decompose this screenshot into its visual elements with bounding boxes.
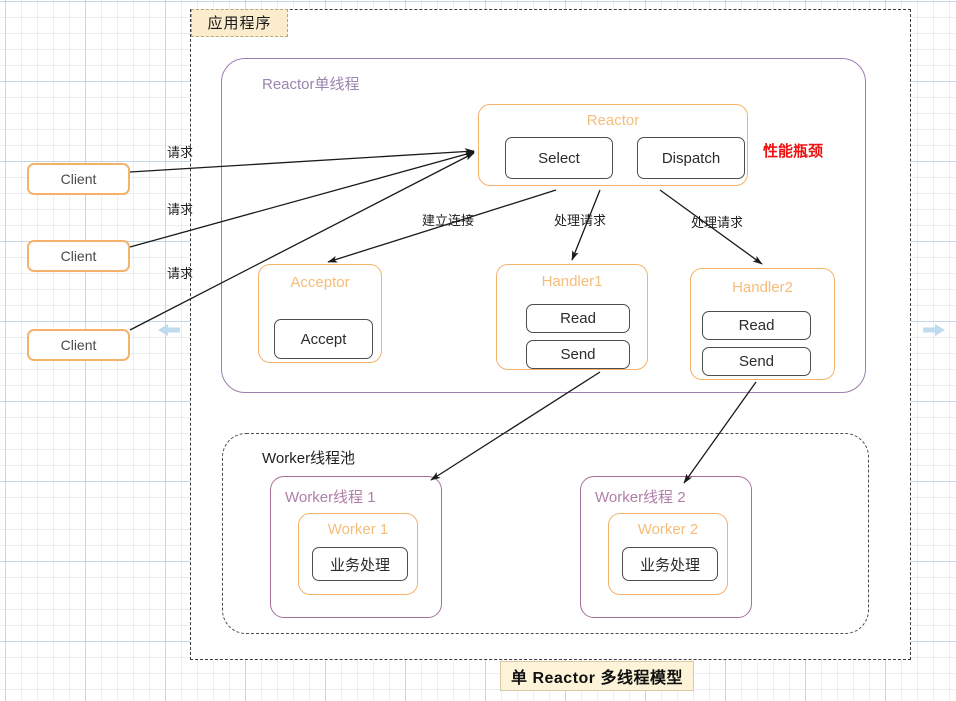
worker-1-box[interactable]: Worker 1 业务处理 <box>298 513 418 595</box>
worker-thread-1-box[interactable]: Worker线程 1 Worker 1 业务处理 <box>270 476 442 618</box>
reactor-title: Reactor <box>586 112 640 129</box>
diagram-title-banner: 单 Reactor 多线程模型 <box>500 661 694 691</box>
worker-2-box[interactable]: Worker 2 业务处理 <box>608 513 728 595</box>
left-arrow-icon <box>156 322 182 338</box>
client-box-2[interactable]: Client <box>27 240 130 272</box>
worker-thread-pool-label: Worker线程池 <box>262 450 356 467</box>
client-box-1[interactable]: Client <box>27 163 130 195</box>
handler1-send-box[interactable]: Send <box>526 340 630 369</box>
edge-label-handle-request-1: 处理请求 <box>554 213 607 228</box>
handler1-box[interactable]: Handler1 Read Send <box>496 264 648 370</box>
reactor-single-thread-label: Reactor单线程 <box>262 76 360 93</box>
handler1-read-box[interactable]: Read <box>526 304 630 333</box>
dispatch-box[interactable]: Dispatch <box>637 137 745 179</box>
acceptor-box[interactable]: Acceptor Accept <box>258 264 382 363</box>
handler2-read-box[interactable]: Read <box>702 311 811 340</box>
reactor-box[interactable]: Reactor Select Dispatch <box>478 104 748 186</box>
handler2-title: Handler2 <box>732 279 793 296</box>
right-arrow-icon <box>921 322 947 338</box>
worker-thread-2-box[interactable]: Worker线程 2 Worker 2 业务处理 <box>580 476 752 618</box>
handler2-send-box[interactable]: Send <box>702 347 811 376</box>
application-label: 应用程序 <box>191 9 288 37</box>
client-box-3[interactable]: Client <box>27 329 130 361</box>
edge-label-handle-request-2: 处理请求 <box>691 215 744 230</box>
bottleneck-label: 性能瓶颈 <box>763 143 824 160</box>
acceptor-title: Acceptor <box>290 274 350 291</box>
handler1-title: Handler1 <box>541 273 603 290</box>
worker-1-title: Worker 1 <box>327 521 389 538</box>
worker-thread-1-title: Worker线程 1 <box>285 489 376 506</box>
edge-label-request-1: 请求 <box>167 145 194 160</box>
worker-thread-2-title: Worker线程 2 <box>595 489 686 506</box>
handler2-box[interactable]: Handler2 Read Send <box>690 268 835 380</box>
diagram-canvas: 应用程序 Reactor单线程 Reactor Select Dispatch … <box>0 0 956 701</box>
select-box[interactable]: Select <box>505 137 613 179</box>
edge-label-establish-connection: 建立连接 <box>422 213 475 228</box>
worker-2-task-box[interactable]: 业务处理 <box>622 547 718 581</box>
edge-label-request-3: 请求 <box>167 266 194 281</box>
edge-label-request-2: 请求 <box>167 202 194 217</box>
worker-1-task-box[interactable]: 业务处理 <box>312 547 408 581</box>
worker-2-title: Worker 2 <box>637 521 699 538</box>
accept-box[interactable]: Accept <box>274 319 373 359</box>
